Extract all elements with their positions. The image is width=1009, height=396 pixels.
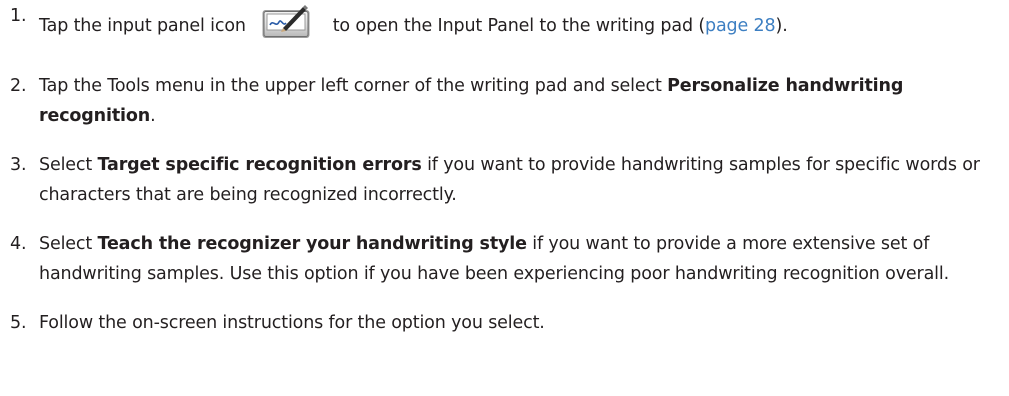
step-text: Tap the input panel icon [39,16,246,36]
input-panel-pen-icon [261,1,311,43]
step-number: 2. [10,76,27,96]
step-text: Select [39,234,98,254]
step-text: Tap the Tools menu in the upper left cor… [39,76,668,96]
step-text: Select [39,155,98,175]
instruction-list: 1. Tap the input panel icon to open the … [10,0,1005,338]
step-1: 1. Tap the input panel icon to open the … [10,0,1005,43]
step-text: to open the Input Panel to the writing p… [332,16,706,36]
step-text-end: ). [775,16,788,36]
step-number: 4. [10,234,27,254]
step-number: 5. [10,313,27,333]
option-name: Teach the recognizer your handwriting st… [97,234,528,254]
step-number: 1. [10,6,27,26]
step-5: 5. Follow the on-screen instructions for… [10,308,1005,338]
step-4: 4. Select Teach the recognizer your hand… [10,229,1005,289]
step-text: Follow the on-screen instructions for th… [39,313,545,333]
option-name: Target specific recognition errors [97,155,422,175]
step-number: 3. [10,155,27,175]
step-3: 3. Select Target specific recognition er… [10,150,1005,210]
page-link[interactable]: page 28 [705,16,776,36]
step-2: 2. Tap the Tools menu in the upper left … [10,71,1005,131]
step-text-end: . [150,106,156,126]
